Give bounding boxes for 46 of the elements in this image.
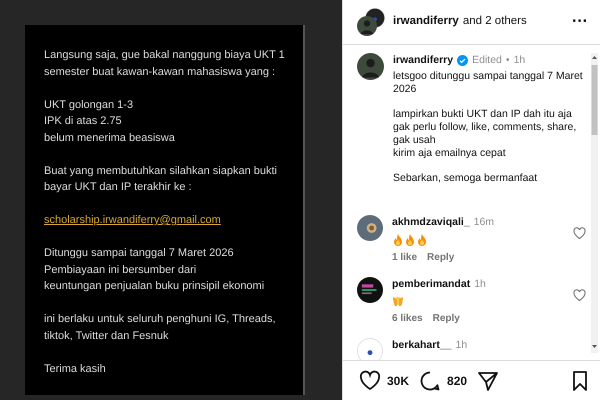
avatar-icon[interactable] [357, 276, 383, 302]
reply-link[interactable]: Reply [432, 311, 460, 326]
reply-link[interactable]: Reply [427, 250, 454, 264]
avatar-icon[interactable] [357, 338, 383, 360]
raised-hands-icon [392, 294, 404, 308]
post-text: Pembiayaan ini bersumber dari [44, 262, 198, 278]
post-text: Langsung saja, gue bakal nanggung biaya UKT 1 semester buat kawan-kawan mahasiswa yang : [44, 48, 286, 80]
post-text: Terima kasih [44, 362, 107, 376]
like-count[interactable]: 1 like [392, 250, 418, 264]
separator-dot: • [506, 53, 510, 68]
fire-icon [416, 232, 428, 246]
avatar-icon[interactable] [357, 16, 377, 36]
post-text: Buat yang membutuhkan silahkan siapkan bukti bayar UKT dan IP terakhir ke : [44, 164, 278, 195]
post-text: keuntungan penjualan buku prinsipil ekonomi [44, 279, 266, 294]
timestamp: 1h [474, 276, 486, 292]
share-icon[interactable] [477, 370, 500, 392]
comment-icon[interactable] [419, 370, 442, 392]
post-text: UKT golongan 1-3 [44, 98, 134, 112]
more-options-button[interactable]: ··· [572, 10, 588, 34]
timestamp: 1h [456, 338, 468, 354]
username[interactable]: berkahart__ [392, 338, 452, 354]
fire-icon [392, 232, 404, 246]
timestamp: 1h [514, 53, 526, 68]
like-count[interactable]: 6 likes [392, 311, 423, 326]
comment-count: 820 [447, 372, 468, 390]
timestamp: 16m [474, 214, 494, 230]
username[interactable]: pemberimandat [392, 276, 470, 292]
username[interactable]: irwandiferry [393, 13, 459, 31]
post-text: Ditunggu sampai tanggal 7 Maret 2026 [44, 246, 235, 261]
post-text: ini berlaku untuk seluruh penghuni IG, Threads, tiktok, Twitter dan Fesnuk [44, 312, 277, 344]
caption-text: letsgoo ditunggu sampai tanggal 7 Maret 2026 [393, 70, 584, 96]
post-text: IPK di atas 2.75 [44, 114, 123, 129]
fire-icon [404, 232, 416, 246]
post-text: belum menerima beasiswa [44, 130, 176, 146]
collaborators-text[interactable]: and 2 others [462, 13, 527, 31]
edited-label: Edited [472, 53, 502, 68]
avatar-icon[interactable] [357, 53, 384, 80]
caption-text: Sebarkan, semoga bermanfaat [393, 172, 538, 185]
save-icon[interactable] [570, 370, 590, 392]
username[interactable]: irwandiferry [393, 53, 454, 69]
caption-text: kirim aja emailnya cepat [393, 146, 507, 160]
like-icon[interactable] [359, 370, 381, 392]
like-count[interactable]: 30K [387, 372, 410, 390]
email-link[interactable]: scholarship.irwandiferry@gmail.com [44, 214, 221, 226]
scrollbar[interactable] [591, 53, 598, 353]
username[interactable]: akhmdzaviqali_ [392, 214, 470, 230]
